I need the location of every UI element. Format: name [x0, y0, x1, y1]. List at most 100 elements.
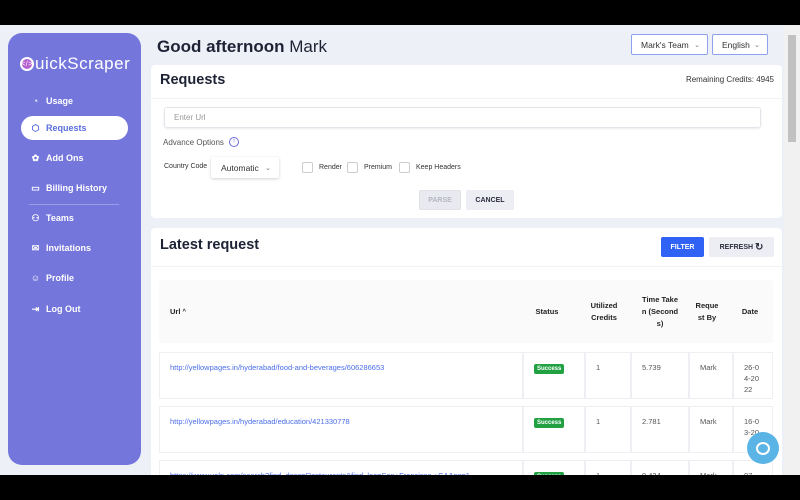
- sidebar-item-requests[interactable]: ⬡ Requests: [21, 116, 128, 140]
- status-badge: Success: [534, 364, 565, 374]
- nav-label: Billing History: [46, 183, 108, 193]
- refresh-label: REFRESH: [719, 243, 754, 251]
- chevron-down-icon: ⌄: [754, 41, 760, 49]
- cell-by: Mark: [689, 352, 733, 399]
- column-url[interactable]: Url ^: [159, 280, 523, 343]
- table-row: http://yellowpages.in/hyderabad/educatio…: [159, 406, 773, 453]
- checkbox-box: [399, 162, 410, 173]
- cell-value: 07-: [744, 471, 755, 475]
- app: </> uickScraper ◔ Usage ⬡ Requests ✿ Add Ons…: [0, 25, 800, 475]
- cell-value: Mark: [700, 363, 717, 372]
- users-icon: ⚇: [31, 212, 40, 223]
- scrollbar-thumb[interactable]: [788, 35, 796, 142]
- country-value: Automatic: [221, 162, 259, 173]
- team-dropdown[interactable]: Mark's Team ⌄: [631, 34, 708, 55]
- render-checkbox[interactable]: Render: [302, 162, 342, 173]
- refresh-button[interactable]: REFRESH ↻: [709, 237, 774, 257]
- team-label: Mark's Team: [641, 39, 689, 50]
- url-placeholder: Enter Url: [174, 113, 206, 122]
- requests-title: Requests: [160, 72, 226, 88]
- mail-icon: ✉: [31, 242, 40, 253]
- language-dropdown[interactable]: English ⌄: [712, 34, 768, 55]
- country-code-select[interactable]: Automatic ⌄: [211, 157, 279, 178]
- cell-status: Success: [523, 460, 585, 475]
- table-header: Url ^ Status Utilized Credits Time Taken…: [159, 280, 773, 343]
- requests-card: Requests Remaining Credits: 4945 Enter U…: [151, 65, 782, 218]
- chat-button[interactable]: [747, 432, 779, 464]
- keep-headers-checkbox[interactable]: Keep Headers: [399, 162, 461, 173]
- divider: [151, 266, 782, 267]
- request-url-link[interactable]: http://yellowpages.in/hyderabad/educatio…: [170, 417, 350, 426]
- sidebar-item-billing-history[interactable]: ▭ Billing History: [21, 176, 128, 200]
- sidebar-item-invitations[interactable]: ✉ Invitations: [21, 236, 128, 260]
- column-status[interactable]: Status: [523, 280, 571, 343]
- column-credits[interactable]: Utilized Credits: [583, 280, 625, 343]
- sidebar-item-log-out[interactable]: ⇥ Log Out: [21, 297, 128, 321]
- brand-name: uickScraper: [35, 54, 131, 73]
- checkbox-box: [347, 162, 358, 173]
- nav-label: Requests: [46, 123, 87, 133]
- cell-time: 5.739: [631, 352, 689, 399]
- filter-button[interactable]: FILTER: [661, 237, 704, 257]
- column-time[interactable]: Time Taken (Seconds): [640, 280, 680, 343]
- premium-checkbox[interactable]: Premium: [347, 162, 392, 173]
- language-label: English: [722, 39, 750, 50]
- sidebar-item-add-ons[interactable]: ✿ Add Ons: [21, 146, 128, 170]
- cell-value: 1: [596, 471, 600, 475]
- cell-time: 9.434: [631, 460, 689, 475]
- sidebar-item-teams[interactable]: ⚇ Teams: [21, 206, 128, 230]
- greeting: Good afternoon Mark: [157, 37, 327, 57]
- greeting-user: Mark: [289, 37, 327, 56]
- advance-options-toggle[interactable]: Advance Options ↑: [163, 137, 239, 147]
- nav-label: Usage: [46, 96, 74, 106]
- cell-by: Mark: [689, 406, 733, 453]
- status-badge: Success: [534, 418, 565, 428]
- nav-label: Invitations: [46, 243, 92, 253]
- sidebar-item-usage[interactable]: ◔ Usage: [21, 89, 128, 113]
- nav-label: Profile: [46, 273, 75, 283]
- checkbox-label: Keep Headers: [416, 164, 461, 171]
- badge-icon: ✿: [31, 152, 40, 163]
- scrollbar[interactable]: [784, 25, 800, 475]
- advance-options-label: Advance Options: [163, 137, 224, 147]
- nav-label: Log Out: [46, 304, 81, 314]
- sort-asc-icon: ^: [182, 308, 187, 315]
- column-label: Url: [170, 306, 181, 316]
- cell-value: 9.434: [642, 471, 661, 475]
- divider: [151, 98, 782, 99]
- cell-status: Success: [523, 406, 585, 453]
- chevron-down-icon: ⌄: [265, 164, 271, 172]
- checkbox-label: Premium: [364, 164, 393, 171]
- nav-label: Add Ons: [46, 153, 84, 163]
- cell-credits: 1: [585, 352, 631, 399]
- request-url-link[interactable]: https://www.yelp.com/search?find_desc=Re…: [170, 471, 470, 475]
- request-url-link[interactable]: http://yellowpages.in/hyderabad/food-and…: [170, 363, 384, 372]
- cancel-button[interactable]: CANCEL: [466, 190, 514, 210]
- sidebar-divider: [29, 204, 119, 205]
- sidebar-item-profile[interactable]: ☺ Profile: [21, 266, 128, 290]
- pie-chart-icon: ◔: [32, 96, 39, 106]
- column-request-by[interactable]: Request By: [695, 280, 719, 343]
- column-date[interactable]: Date: [735, 280, 765, 343]
- remaining-credits: Remaining Credits: 4945: [685, 75, 774, 84]
- logo[interactable]: </> uickScraper: [20, 54, 130, 74]
- cell-time: 2.781: [631, 406, 689, 453]
- cell-value: 1: [596, 363, 601, 372]
- chat-icon: [756, 441, 770, 455]
- parse-button[interactable]: PARSE: [419, 190, 461, 210]
- cell-date: 26-04-2022: [733, 352, 773, 399]
- logo-icon: </>: [20, 57, 34, 71]
- country-code-label: Country Code: [164, 163, 208, 170]
- sidebar: </> uickScraper ◔ Usage ⬡ Requests ✿ Add Ons…: [8, 33, 141, 465]
- cell-value: 5.739: [642, 363, 661, 372]
- cube-icon: ⬡: [31, 122, 40, 133]
- checkbox-box: [302, 162, 313, 173]
- cell-value: 1: [596, 417, 601, 426]
- cell-status: Success: [523, 352, 585, 399]
- cell-by: Mark: [689, 460, 733, 475]
- table-row: http://yellowpages.in/hyderabad/food-and…: [159, 352, 773, 399]
- table-row: https://www.yelp.com/search?find_desc=Re…: [159, 460, 773, 475]
- url-input[interactable]: Enter Url: [164, 107, 761, 128]
- greeting-text: Good afternoon: [157, 37, 285, 56]
- cell-url: http://yellowpages.in/hyderabad/educatio…: [159, 406, 523, 453]
